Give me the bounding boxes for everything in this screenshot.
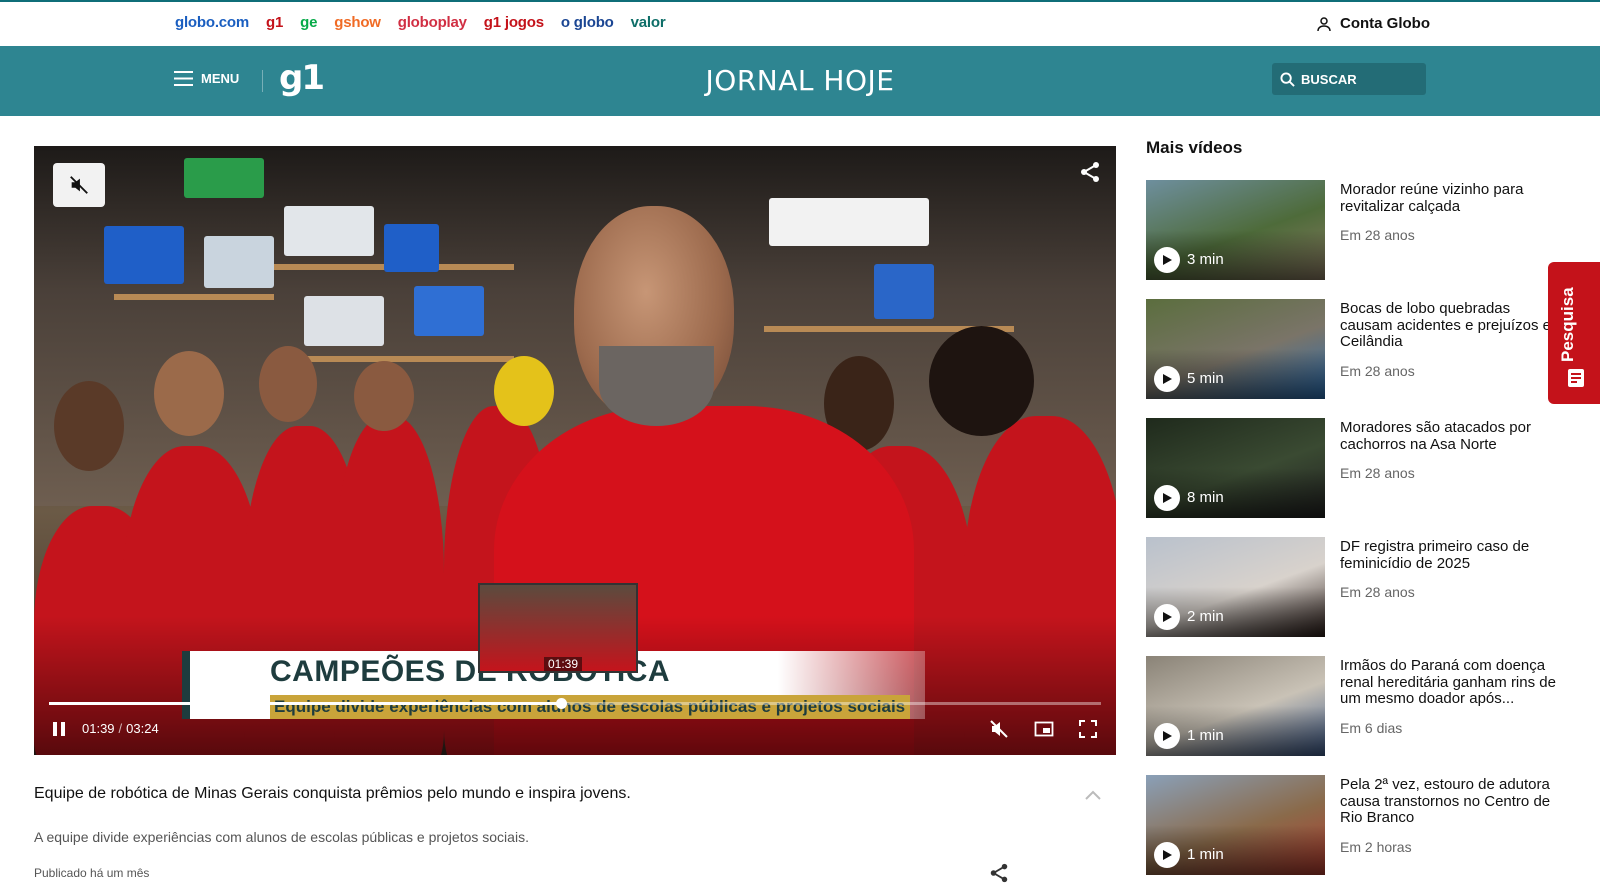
top-bar: globo.com g1 ge gshow globoplay g1 jogos o glo…: [0, 0, 1600, 46]
user-icon: [1317, 16, 1331, 31]
video-duration: 5 min: [1187, 370, 1224, 387]
survey-tab[interactable]: Pesquisa: [1548, 262, 1600, 404]
video-card-title[interactable]: DF registra primeiro caso de feminicídio…: [1340, 538, 1565, 572]
network-link-o-globo[interactable]: o globo: [561, 14, 614, 31]
network-link-g1-jogos[interactable]: g1 jogos: [484, 14, 544, 31]
video-duration: 8 min: [1187, 489, 1224, 506]
video-thumbnail[interactable]: 2 min: [1146, 537, 1325, 637]
video-card[interactable]: 1 min Irmãos do Paraná com doença renal h…: [1146, 656, 1566, 756]
video-description: A equipe divide experiências com alunos …: [34, 829, 529, 845]
speaker-muted-icon: [990, 720, 1008, 738]
play-icon: [1163, 493, 1172, 503]
play-icon: [1163, 612, 1172, 622]
video-thumbnail[interactable]: 8 min: [1146, 418, 1325, 518]
video-card[interactable]: 8 min Moradores são atacados por cachorro…: [1146, 418, 1566, 518]
play-button[interactable]: [1154, 485, 1180, 511]
video-player[interactable]: CAMPEÕES DE ROBÓTICA Equipe divide exper…: [34, 146, 1116, 755]
network-link-globoplay[interactable]: globoplay: [398, 14, 467, 31]
video-card[interactable]: 2 min DF registra primeiro caso de femini…: [1146, 537, 1566, 637]
lower-third-subtitle: Equipe divide experiências com alunos de…: [270, 695, 910, 719]
video-thumbnail[interactable]: 1 min: [1146, 656, 1325, 756]
pip-icon: [1034, 721, 1054, 737]
account-label: Conta Globo: [1340, 15, 1430, 32]
video-card[interactable]: 3 min Morador reúne vizinho para revitali…: [1146, 180, 1566, 280]
survey-icon: [1568, 369, 1584, 387]
more-videos-title: Mais vídeos: [1146, 138, 1243, 157]
network-link-globo-com[interactable]: globo.com: [175, 14, 249, 31]
video-card-title[interactable]: Pela 2ª vez, estouro de adutora causa tr…: [1340, 776, 1565, 827]
video-card-title[interactable]: Irmãos do Paraná com doença renal heredi…: [1340, 657, 1565, 708]
video-card-time: Em 6 dias: [1340, 720, 1403, 736]
share-icon[interactable]: [988, 862, 1010, 884]
video-card[interactable]: 5 min Bocas de lobo quebradas causam acid…: [1146, 299, 1566, 399]
fullscreen-button[interactable]: [1078, 719, 1098, 744]
duration: 03:24: [126, 721, 159, 736]
play-icon: [1163, 731, 1172, 741]
fullscreen-icon: [1079, 720, 1097, 738]
video-card-title[interactable]: Bocas de lobo quebradas causam acidentes…: [1340, 300, 1565, 351]
play-button[interactable]: [1154, 723, 1180, 749]
progress-fill: [49, 702, 562, 705]
play-icon: [1163, 850, 1172, 860]
video-card-time: Em 28 anos: [1340, 363, 1415, 379]
video-card-time: Em 28 anos: [1340, 227, 1415, 243]
share-icon[interactable]: [1078, 160, 1102, 184]
search-label: BUSCAR: [1301, 71, 1357, 87]
video-thumbnail[interactable]: 1 min: [1146, 775, 1325, 875]
video-duration: 1 min: [1187, 846, 1224, 863]
play-button[interactable]: [1154, 366, 1180, 392]
network-link-gshow[interactable]: gshow: [334, 14, 381, 31]
published-date: Publicado há um mês: [34, 866, 150, 880]
search-icon: [1280, 71, 1295, 87]
video-duration: 1 min: [1187, 727, 1224, 744]
video-thumbnail[interactable]: 3 min: [1146, 180, 1325, 280]
account-link[interactable]: Conta Globo: [1316, 15, 1430, 32]
progress-bar[interactable]: [49, 698, 1101, 709]
video-duration: 2 min: [1187, 608, 1224, 625]
video-card[interactable]: 1 min Pela 2ª vez, estouro de adutora cau…: [1146, 775, 1566, 875]
play-button[interactable]: [1154, 247, 1180, 273]
network-links: globo.com g1 ge gshow globoplay g1 jogos o glo…: [175, 14, 666, 31]
picture-in-picture-button[interactable]: [1034, 719, 1054, 744]
video-card-title[interactable]: Morador reúne vizinho para revitalizar c…: [1340, 181, 1565, 215]
play-button[interactable]: [1154, 842, 1180, 868]
play-button[interactable]: [1154, 604, 1180, 630]
network-link-ge[interactable]: ge: [300, 14, 317, 31]
play-icon: [1163, 374, 1172, 384]
network-link-valor[interactable]: valor: [631, 14, 666, 31]
video-thumbnail[interactable]: 5 min: [1146, 299, 1325, 399]
seek-preview-time: 01:39: [544, 657, 583, 671]
time-display: 01:39/03:24: [82, 721, 159, 736]
video-title: Equipe de robótica de Minas Gerais conqu…: [34, 785, 631, 802]
video-card-title[interactable]: Moradores são atacados por cachorros na …: [1340, 419, 1565, 453]
speaker-muted-icon: [70, 176, 88, 194]
chevron-up-icon[interactable]: [1085, 790, 1101, 800]
volume-button[interactable]: [989, 719, 1009, 744]
video-card-time: Em 2 horas: [1340, 839, 1412, 855]
pause-button[interactable]: [49, 719, 69, 744]
survey-label: Pesquisa: [1558, 287, 1577, 362]
network-link-g1[interactable]: g1: [266, 14, 283, 31]
unmute-button[interactable]: [53, 163, 105, 207]
play-icon: [1163, 255, 1172, 265]
current-time: 01:39: [82, 721, 115, 736]
video-duration: 3 min: [1187, 251, 1224, 268]
video-card-time: Em 28 anos: [1340, 584, 1415, 600]
search-button[interactable]: BUSCAR: [1272, 63, 1426, 95]
site-header: MENU g1 JORNAL HOJE BUSCAR: [0, 46, 1600, 116]
video-card-time: Em 28 anos: [1340, 465, 1415, 481]
pause-icon: [53, 722, 65, 736]
